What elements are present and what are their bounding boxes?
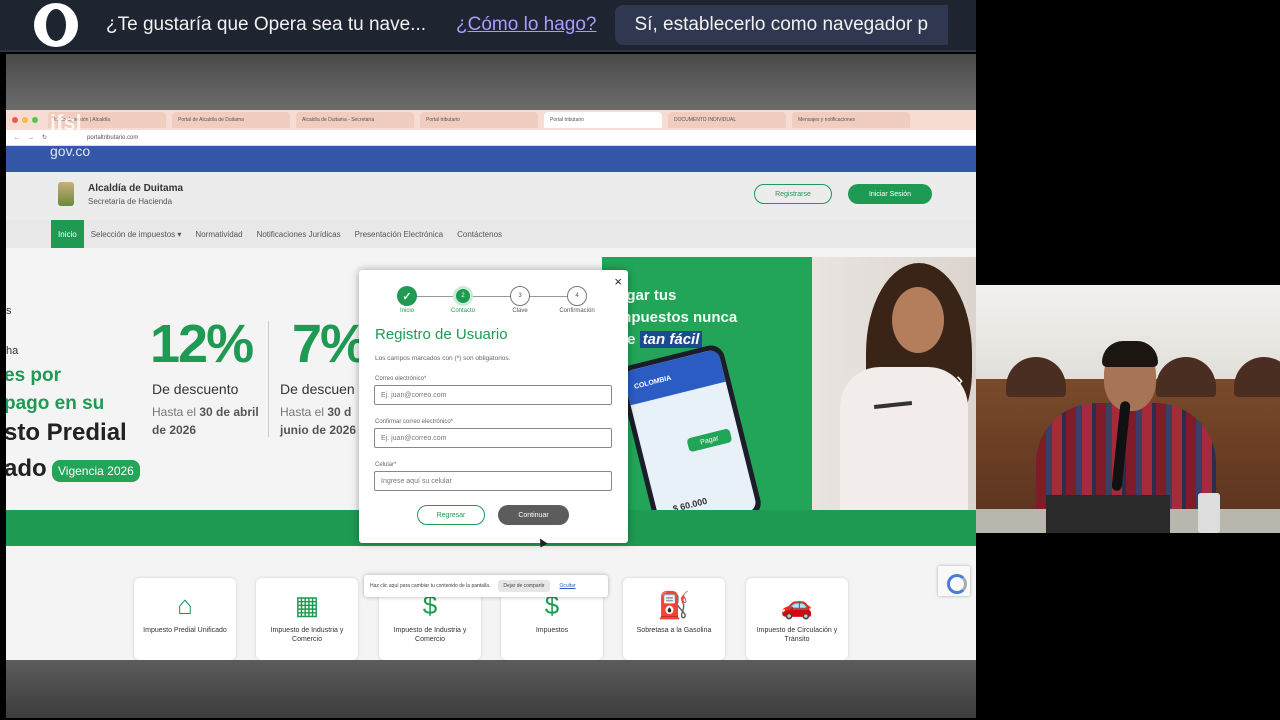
nav-item-contactenos[interactable]: Contáctenos: [450, 220, 509, 248]
opera-logo-icon: [34, 3, 78, 47]
modal-title: Registro de Usuario: [375, 326, 508, 343]
opera-question-text: ¿Te gustaría que Opera sea tu nave...: [106, 14, 427, 35]
how-to-link[interactable]: ¿Cómo lo hago?: [456, 14, 596, 36]
nav-item-seleccion-impuestos[interactable]: Selección de impuestos ▾: [84, 220, 189, 248]
check-icon: ✓: [397, 286, 417, 306]
discount-deadline: Hasta el 30 de abril de 2026: [152, 405, 259, 437]
confirm-email-field[interactable]: Ej. juan@correo.com: [374, 428, 612, 448]
step-contacto: 2 Contacto: [435, 286, 491, 314]
house-icon: ⌂: [177, 590, 193, 620]
webcam-video: [976, 285, 1280, 533]
set-default-browser-button[interactable]: Sí, establecerlo como navegador p: [614, 5, 949, 45]
required-note: Los campos marcados con (*) son obligato…: [375, 355, 511, 362]
registration-modal: × ✓ Inicio 2 Contacto 3 Clave 4 Confirma…: [359, 270, 628, 543]
hero-left-text: ha: [6, 345, 19, 357]
phone-label: Celular*: [375, 462, 397, 468]
browser-tab-active[interactable]: Portal tributario: [544, 112, 662, 128]
watermark-logo: jfsl: [50, 110, 82, 135]
forward-icon[interactable]: →: [28, 135, 34, 141]
browser-tab[interactable]: Mensajes y notificaciones: [792, 112, 910, 128]
discount-label: De descuento: [152, 381, 239, 397]
gov-co-bar: jfsl gov.co: [6, 110, 976, 172]
hero-headline: ado: [6, 455, 47, 482]
factory-icon: ▦: [294, 590, 320, 620]
discount-deadline: Hasta el 30 d junio de 2026: [280, 405, 357, 437]
screen: ¿Te gustaría que Opera sea tu nave... ¿C…: [0, 0, 1280, 720]
step-confirmacion: 4 Confirmación: [549, 286, 605, 314]
stop-sharing-button[interactable]: Dejar de compartir: [498, 580, 550, 592]
screen-share-text: Haz clic aquí para cambiar tu contenido …: [370, 583, 491, 589]
recaptcha-icon[interactable]: [938, 566, 970, 596]
step-inicio: ✓ Inicio: [379, 286, 435, 314]
site-subtitle: Secretaría de Hacienda: [88, 197, 173, 206]
confirm-email-label: Confirmar correo electrónico*: [375, 419, 454, 425]
email-field[interactable]: Ej. juan@correo.com: [374, 385, 612, 405]
browser-tab[interactable]: Portal tributario: [420, 112, 538, 128]
close-icon[interactable]: ×: [614, 274, 622, 289]
phone-pay-button: Pagar: [686, 428, 733, 453]
gov-co-logo[interactable]: gov.co: [50, 143, 90, 159]
vigencia-badge: Vigencia 2026: [52, 460, 140, 482]
register-button[interactable]: Registrarse: [754, 184, 832, 204]
browser-tab[interactable]: Alcaldía de Duitama - Secretaría: [296, 112, 414, 128]
email-label: Correo electrónico*: [375, 376, 427, 382]
fuel-pump-icon: ⛽: [657, 590, 691, 620]
browser-tab[interactable]: Portal de Alcaldía de Duitama: [172, 112, 290, 128]
car-icon: 🚗: [780, 590, 814, 620]
nav-item-notificaciones[interactable]: Notificaciones Jurídicas: [250, 220, 348, 248]
service-card[interactable]: ⛽ Sobretasa a la Gasolina: [623, 578, 725, 660]
discount-percent: 12%: [150, 314, 254, 374]
step-clave: 3 Clave: [492, 286, 548, 314]
site-name: Alcaldía de Duitama: [88, 183, 184, 194]
services-section: ⌂ Impuesto Predial Unificado ▦ Impuesto …: [6, 546, 976, 660]
divider: [268, 321, 269, 437]
address-bar[interactable]: ← → ↻ portaltributario.com: [6, 130, 976, 146]
discount-label: De descuen: [280, 381, 355, 397]
hero-headline: sto Predial: [6, 419, 127, 446]
phone-amount: $ 60.000: [671, 495, 709, 510]
hero-headline: pago en su: [6, 393, 105, 414]
url-text[interactable]: portaltributario.com: [87, 135, 138, 141]
tab-strip: Inicio de sesión | Alcaldía Portal de Al…: [6, 110, 976, 130]
screen-share-banner: Haz clic aquí para cambiar tu contenido …: [364, 575, 608, 597]
service-card[interactable]: ⌂ Impuesto Predial Unificado: [134, 578, 236, 660]
phone-field[interactable]: Ingrese aquí su celular: [374, 471, 612, 491]
hide-link[interactable]: Ocultar: [560, 583, 576, 589]
maximize-window-icon[interactable]: [32, 117, 38, 123]
browser-tab[interactable]: DOCUMENTO INDIVIDUAL: [668, 112, 786, 128]
stepper: ✓ Inicio 2 Contacto 3 Clave 4 Confirmaci…: [379, 286, 605, 322]
back-button[interactable]: Regresar: [417, 505, 485, 525]
continue-button[interactable]: Continuar: [498, 505, 569, 525]
main-nav: Inicio Selección de impuestos ▾ Normativ…: [6, 220, 976, 248]
site-header: Alcaldía de Duitama Secretaría de Hacien…: [6, 172, 976, 220]
hero-headline: es por: [6, 365, 62, 386]
crest-icon: [58, 182, 74, 206]
chevron-right-icon[interactable]: ›: [956, 367, 963, 393]
hero-left-text: s: [6, 305, 12, 317]
back-icon[interactable]: ←: [14, 135, 20, 141]
discount-percent: 7%: [292, 314, 368, 374]
opera-default-browser-bar: ¿Te gustaría que Opera sea tu nave... ¿C…: [0, 0, 976, 52]
nav-item-inicio[interactable]: Inicio: [51, 220, 84, 248]
share-frame-bottom: [6, 660, 976, 718]
service-card[interactable]: ▦ Impuesto de Industria y Comercio: [256, 578, 358, 660]
close-window-icon[interactable]: [12, 117, 18, 123]
hero-slogan: agar tus mpuestos nunca ue tan fácil: [618, 287, 738, 348]
login-button[interactable]: Iniciar Sesión: [848, 184, 932, 204]
cup-icon: [1198, 493, 1220, 533]
nav-item-normatividad[interactable]: Normatividad: [188, 220, 249, 248]
laptop-icon: [1046, 495, 1170, 533]
reload-icon[interactable]: ↻: [42, 134, 47, 141]
nav-item-presentacion[interactable]: Presentación Electrónica: [348, 220, 451, 248]
service-card[interactable]: 🚗 Impuesto de Circulación y Tránsito: [746, 578, 848, 660]
minimize-window-icon[interactable]: [22, 117, 28, 123]
